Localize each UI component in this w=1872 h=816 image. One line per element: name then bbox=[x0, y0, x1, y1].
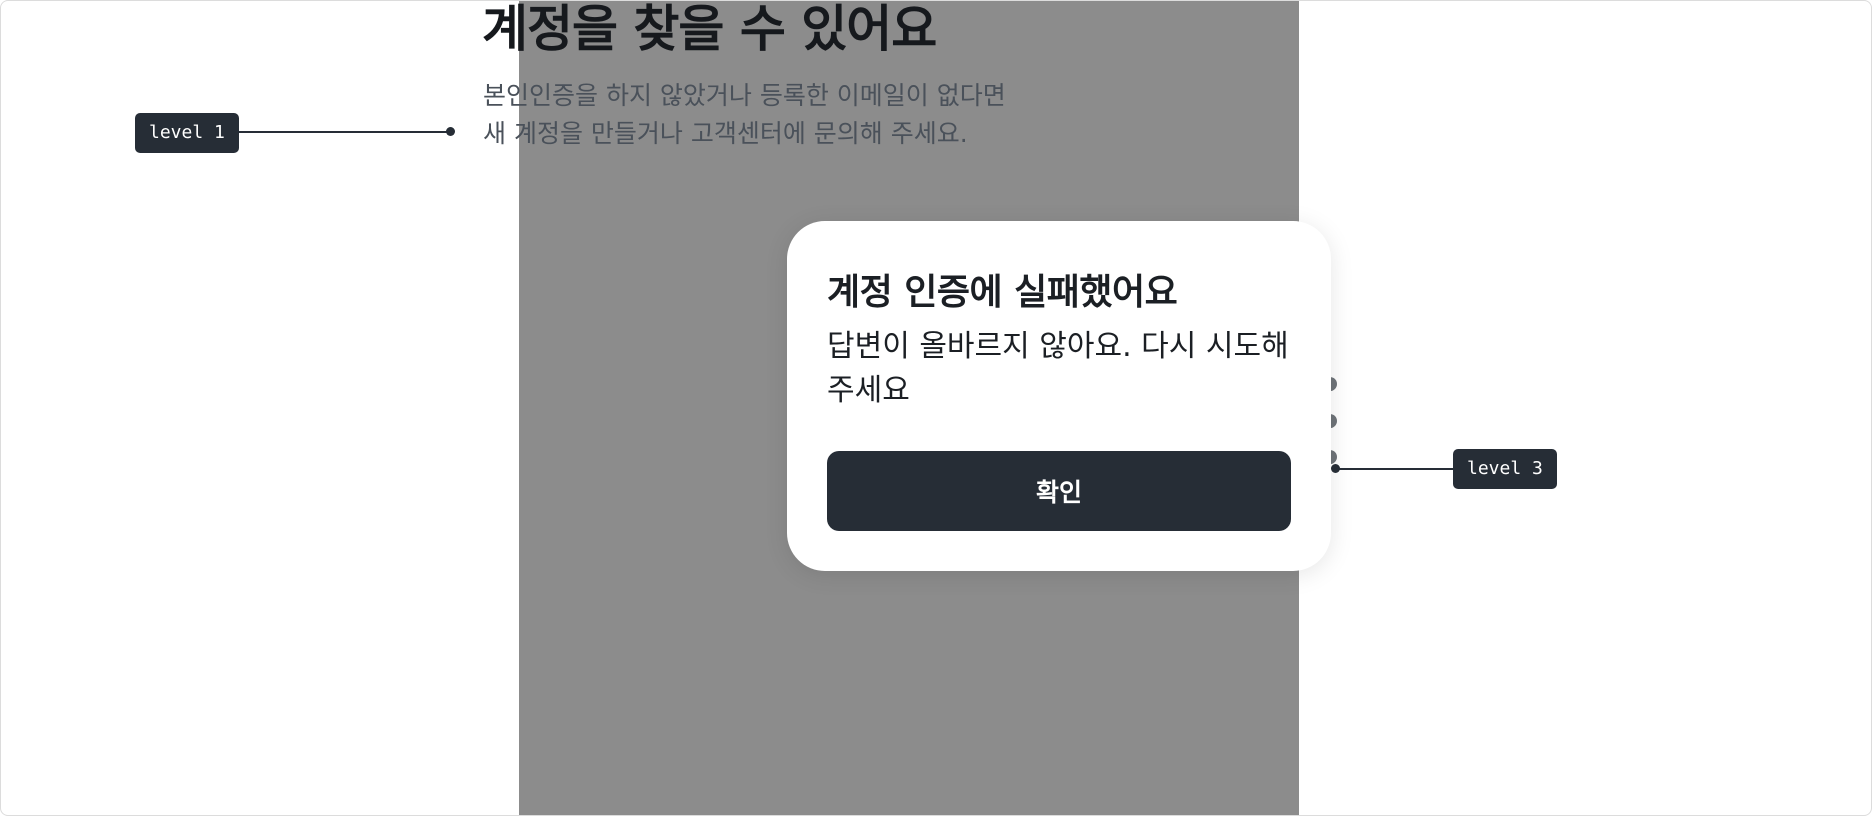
page-description-line: 새 계정을 만들거나 고객센터에 문의해 주세요. bbox=[483, 119, 968, 148]
page-description: 본인인증을 하지 않았거나 등록한 이메일이 없다면 새 계정을 만들거나 고객… bbox=[483, 77, 1083, 153]
dialog-message: 답변이 올바르지 않아요. 다시 시도해 주세요 bbox=[827, 329, 1289, 408]
level-1-anchor-dot bbox=[446, 127, 455, 136]
dialog-title: 계정 인증에 실패했어요 bbox=[827, 272, 1178, 313]
canvas-frame: 계정을 찾을 수 있어요 본인인증을 하지 않았거나 등록한 이메일이 없다면 … bbox=[0, 0, 1872, 816]
level-3-tag: level 3 bbox=[1453, 449, 1557, 489]
page-title: 계정을 찾을 수 있어요 bbox=[482, 0, 937, 58]
level-1-leader-line bbox=[239, 131, 451, 133]
level-3-leader-line bbox=[1336, 468, 1454, 470]
confirm-button[interactable]: 확인 bbox=[827, 451, 1291, 531]
page-description-line: 본인인증을 하지 않았거나 등록한 이메일이 없다면 bbox=[483, 81, 1006, 110]
level-1-tag: level 1 bbox=[135, 113, 239, 153]
error-dialog: 계정 인증에 실패했어요 답변이 올바르지 않아요. 다시 시도해 주세요 확인 bbox=[787, 221, 1331, 571]
